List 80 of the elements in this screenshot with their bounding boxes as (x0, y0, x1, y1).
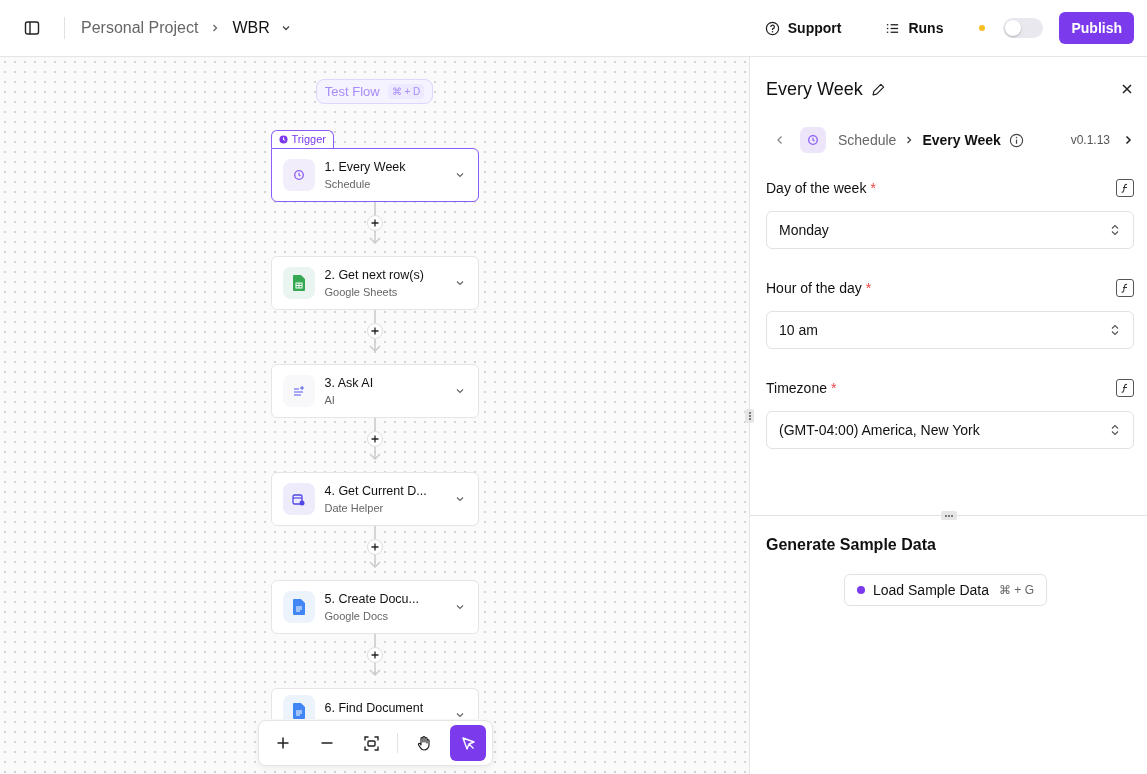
step-app-name: Date Helper (324, 502, 385, 514)
plus-icon (370, 327, 379, 335)
required-asterisk: * (865, 280, 872, 296)
piece-name: Schedule (838, 132, 897, 148)
plus-icon (370, 543, 379, 551)
trigger-tag: Trigger (270, 130, 334, 148)
step-title: 1. Every Week (324, 160, 407, 174)
dropdown-select[interactable]: (GMT-04:00) America, New York (766, 411, 1134, 449)
flow-name-dropdown[interactable]: WBR (232, 19, 292, 37)
step-app-name: Schedule (324, 178, 372, 190)
pointer-icon (460, 735, 476, 751)
flow-step-card[interactable]: 5. Create Docu... Google Docs (270, 580, 479, 634)
connector-arrow (368, 339, 381, 352)
clock-icon (800, 127, 826, 153)
help-icon (764, 20, 780, 36)
hand-icon (416, 735, 432, 751)
plus-icon (370, 219, 379, 227)
step-title: 2. Get next row(s) (324, 268, 425, 282)
clock-icon (292, 169, 305, 181)
clock-icon (278, 134, 288, 144)
field-label: Timezone (766, 380, 827, 396)
runs-button[interactable]: Runs (877, 14, 952, 42)
flow-step-card[interactable]: 6. Find Document (270, 688, 479, 719)
flow-step-card[interactable]: 4. Get Current D... Date Helper (270, 472, 479, 526)
info-icon (1008, 132, 1024, 148)
step-app-name: Google Sheets (324, 286, 399, 298)
sidebar-toggle-icon[interactable] (24, 20, 40, 36)
calendar-icon (292, 492, 305, 506)
step-title: 3. Ask AI (324, 376, 375, 390)
step-title: 6. Find Document (324, 701, 425, 715)
up-down-chevron-icon (1109, 323, 1121, 337)
step-name-title: Every Week (766, 78, 863, 100)
field-label: Hour of the day (766, 280, 862, 296)
flow-step-card[interactable]: 1. Every Week Schedule (270, 148, 479, 202)
plus-icon (370, 435, 379, 443)
action-name: Every Week (922, 132, 1001, 148)
add-step-button[interactable] (366, 323, 383, 339)
version-label: v0.1.13 (1070, 133, 1110, 147)
formula-icon[interactable] (1116, 279, 1134, 297)
up-down-chevron-icon (1109, 423, 1121, 437)
close-icon[interactable] (1120, 82, 1134, 96)
formula-icon[interactable] (1116, 179, 1134, 197)
spreadsheet-icon (292, 275, 305, 291)
load-sample-data-button[interactable]: Load Sample Data ⌘ + G (844, 574, 1047, 606)
step-title: 5. Create Docu... (324, 592, 420, 606)
connector-arrow (368, 555, 381, 568)
field-label: Day of the week (766, 180, 867, 196)
publish-button[interactable]: Publish (1059, 12, 1134, 44)
required-asterisk: * (830, 380, 837, 396)
document-icon (292, 599, 305, 615)
status-dot (979, 25, 986, 31)
dropdown-select[interactable]: 10 am (766, 311, 1134, 349)
sparkle-text-icon (292, 385, 305, 397)
add-step-button[interactable] (366, 431, 383, 447)
resize-handle[interactable] (745, 409, 754, 423)
connector-arrow (368, 447, 381, 460)
step-app-name: AI (324, 394, 336, 406)
pointer-tool-button[interactable] (450, 725, 486, 761)
required-asterisk: * (870, 180, 876, 196)
dropdown-select[interactable]: Monday (766, 211, 1134, 249)
up-down-chevron-icon (1109, 223, 1121, 237)
connector-arrow (368, 231, 381, 244)
step-app-name: Google Docs (324, 610, 390, 622)
add-step-button[interactable] (366, 647, 383, 663)
support-button[interactable]: Support (756, 14, 850, 42)
flow-step-card[interactable]: 2. Get next row(s) Google Sheets (270, 256, 479, 310)
plus-icon (370, 651, 379, 659)
fit-view-icon (363, 735, 379, 751)
connector-arrow (368, 663, 381, 676)
breadcrumb-project[interactable]: Personal Project (81, 19, 199, 37)
edit-pencil-icon[interactable] (870, 81, 886, 97)
add-step-button[interactable] (366, 215, 383, 231)
step-title: 4. Get Current D... (324, 484, 428, 498)
section-title: Generate Sample Data (766, 536, 937, 554)
resize-handle[interactable] (940, 511, 957, 520)
flow-step-card[interactable]: 3. Ask AI AI (270, 364, 479, 418)
formula-icon[interactable] (1116, 379, 1134, 397)
plus-icon (276, 736, 290, 750)
enable-toggle[interactable] (1003, 18, 1044, 38)
add-step-button[interactable] (366, 539, 383, 555)
